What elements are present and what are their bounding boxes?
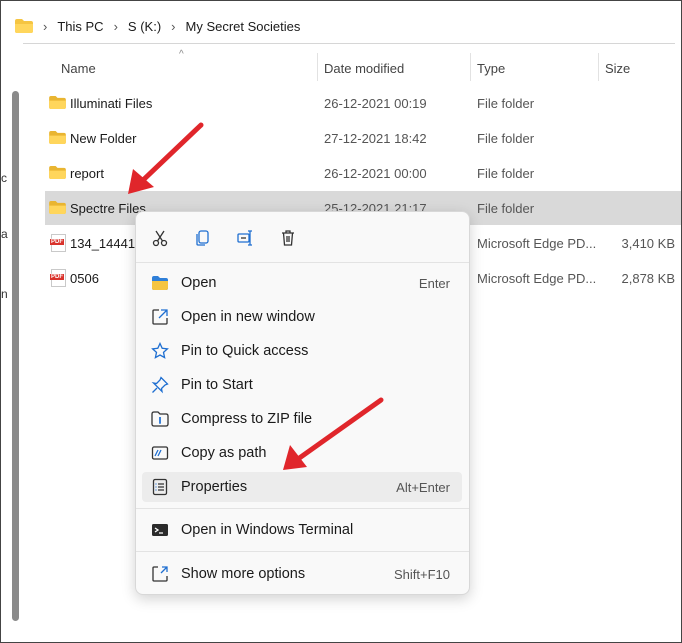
red-arrow-annotation xyxy=(283,397,384,470)
annotation-arrows xyxy=(128,122,384,470)
file-explorer-window: › This PC › S (K:) › My Secret Societies… xyxy=(0,0,682,643)
red-arrow-annotation xyxy=(128,122,204,194)
